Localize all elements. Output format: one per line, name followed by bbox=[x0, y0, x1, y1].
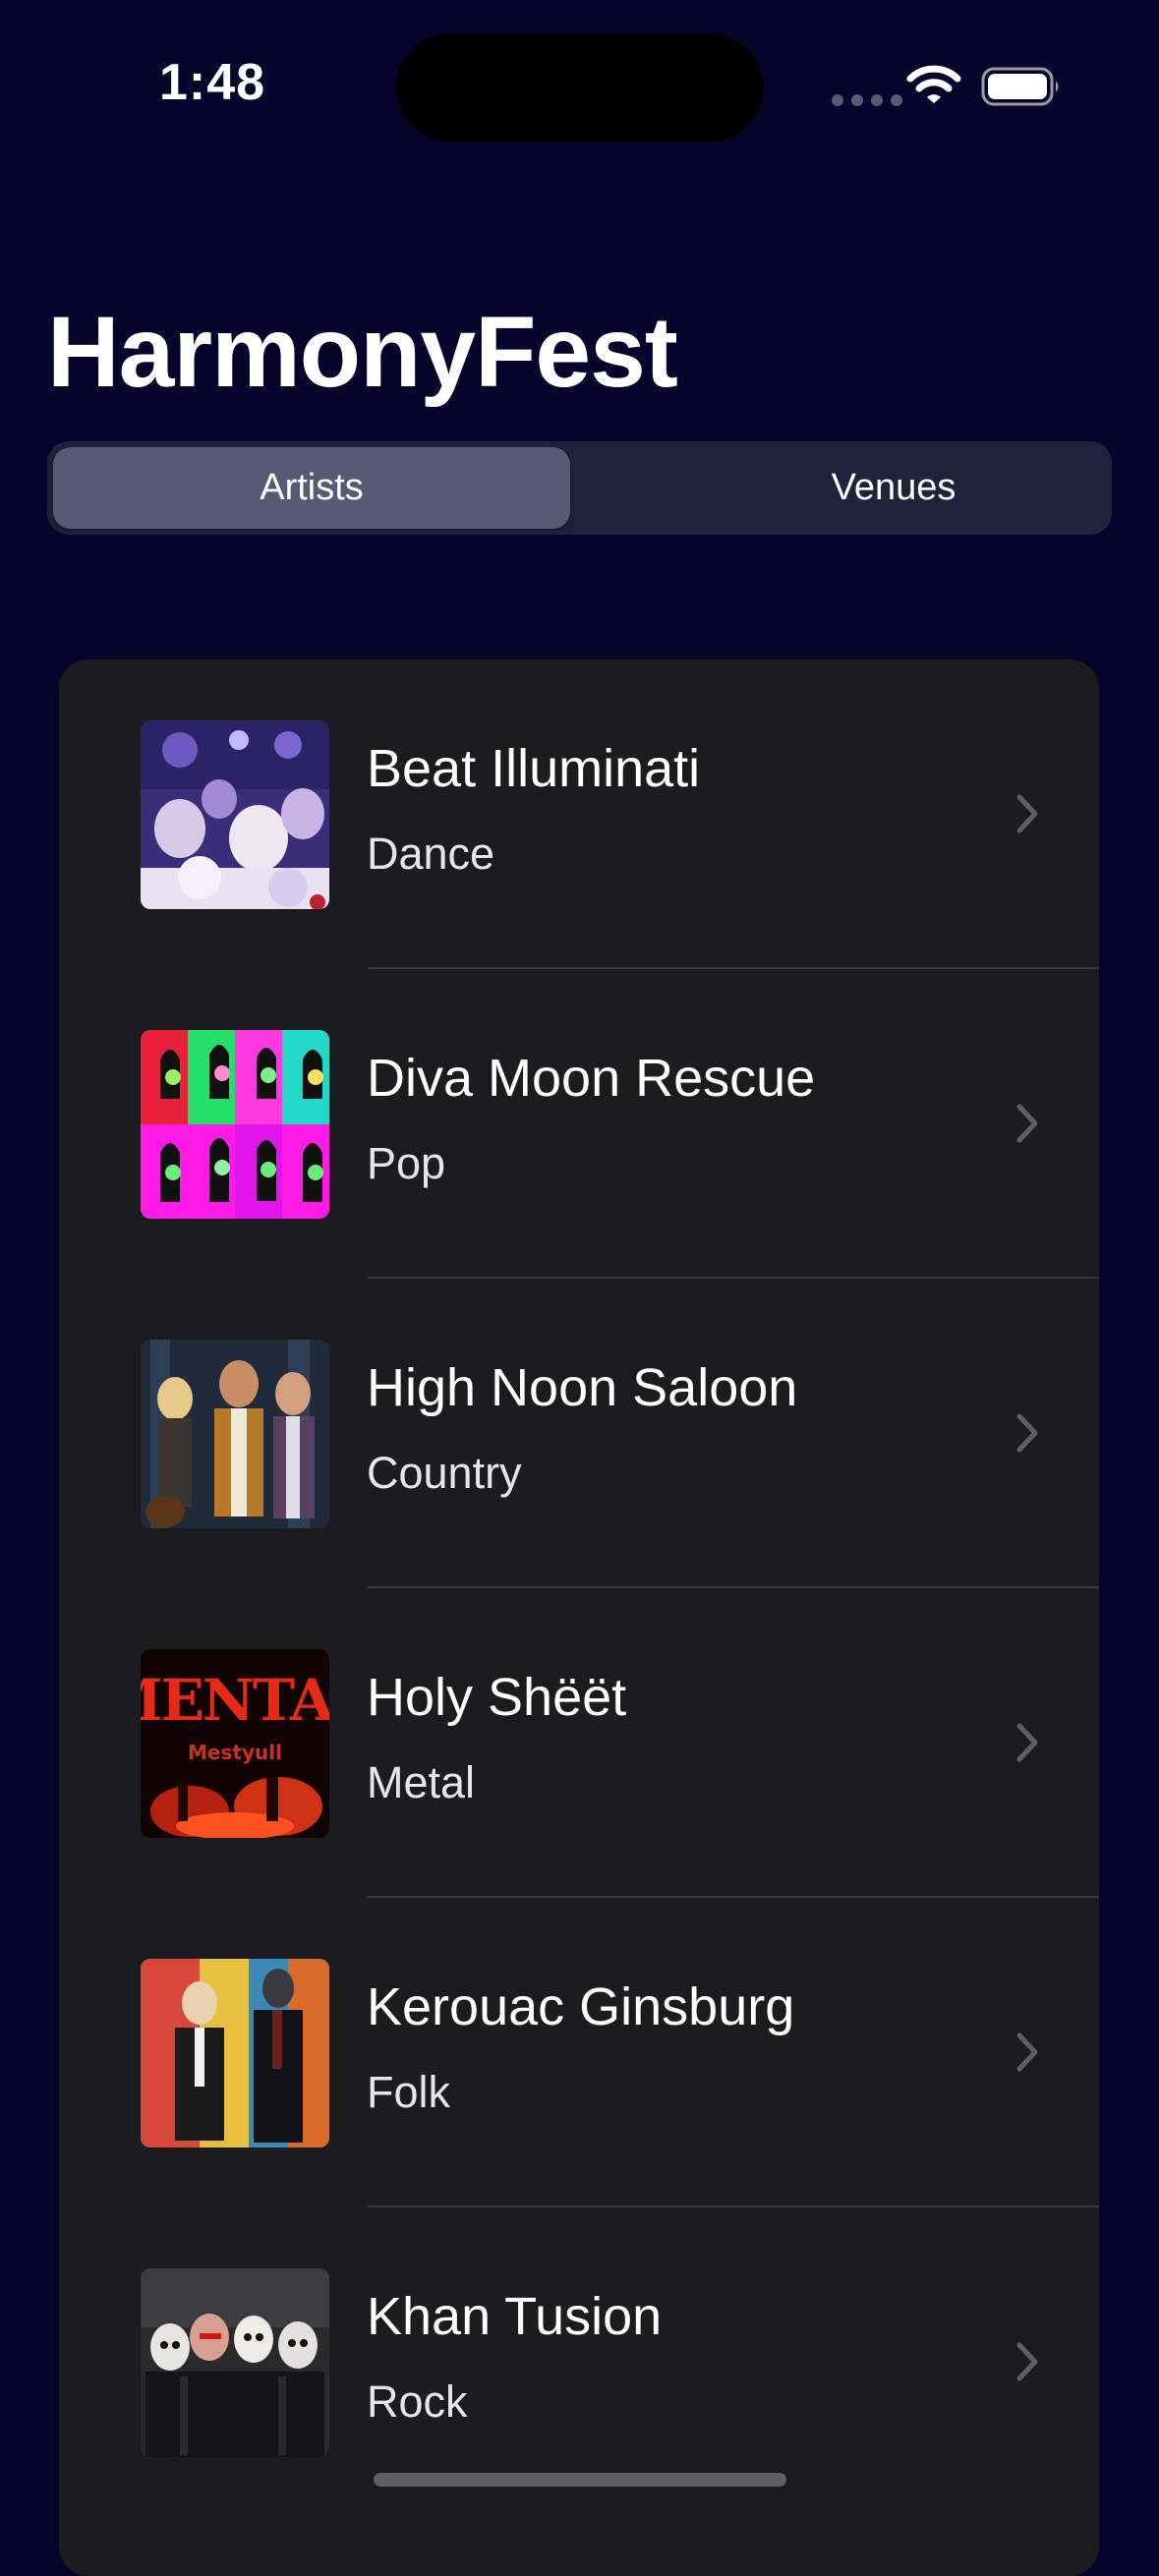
segment-artists[interactable]: Artists bbox=[53, 447, 570, 529]
artist-genre: Metal bbox=[367, 1757, 476, 1807]
chevron-right-icon bbox=[1016, 2342, 1038, 2381]
artist-thumbnail bbox=[141, 720, 329, 909]
cellular-signal-icon bbox=[832, 94, 902, 106]
list-item-kerouac-ginsburg[interactable]: Kerouac Ginsburg Folk bbox=[59, 1898, 1099, 2207]
artist-genre: Rock bbox=[367, 2376, 468, 2427]
svg-text:Mestyull: Mestyull bbox=[188, 1741, 282, 1764]
artist-thumbnail bbox=[141, 1340, 329, 1528]
segmented-control: Artists Venues bbox=[47, 441, 1112, 535]
artist-genre: Dance bbox=[367, 829, 495, 879]
segment-venues[interactable]: Venues bbox=[632, 447, 1155, 529]
list-item-beat-illuminati[interactable]: Beat Illuminati Dance bbox=[59, 659, 1099, 969]
page-title: HarmonyFest bbox=[47, 296, 678, 408]
status-time: 1:48 bbox=[159, 54, 266, 111]
list-item-khan-tusion[interactable]: Khan Tusion Rock bbox=[59, 2207, 1099, 2517]
svg-text:MENTAL: MENTAL bbox=[141, 1667, 329, 1734]
artist-name: Diva Moon Rescue bbox=[367, 1049, 816, 1108]
artist-name: Kerouac Ginsburg bbox=[367, 1977, 795, 2036]
chevron-right-icon bbox=[1016, 1723, 1038, 1762]
home-indicator[interactable] bbox=[374, 2473, 786, 2487]
battery-icon bbox=[981, 67, 1059, 106]
artist-genre: Folk bbox=[367, 2067, 451, 2117]
artist-thumbnail: MENTAL Mestyull bbox=[141, 1649, 329, 1838]
artist-name: Beat Illuminati bbox=[367, 739, 701, 798]
wifi-icon bbox=[906, 65, 961, 103]
artist-genre: Pop bbox=[367, 1138, 446, 1188]
artist-genre: Country bbox=[367, 1448, 522, 1498]
artist-name: Holy Shëët bbox=[367, 1668, 627, 1727]
list-item-holy-sheet[interactable]: MENTAL Mestyull Holy Shëët Metal bbox=[59, 1588, 1099, 1898]
artist-thumbnail bbox=[141, 1959, 329, 2147]
list-item-diva-moon-rescue[interactable]: Diva Moon Rescue Pop bbox=[59, 969, 1099, 1279]
artist-name: Khan Tusion bbox=[367, 2287, 663, 2346]
status-bar: 1:48 bbox=[0, 0, 1159, 167]
chevron-right-icon bbox=[1016, 1413, 1038, 1453]
chevron-right-icon bbox=[1016, 1104, 1038, 1143]
artist-thumbnail bbox=[141, 2268, 329, 2457]
dynamic-island bbox=[396, 33, 764, 142]
chevron-right-icon bbox=[1016, 794, 1038, 833]
artist-name: High Noon Saloon bbox=[367, 1358, 798, 1417]
list-item-high-noon-saloon[interactable]: High Noon Saloon Country bbox=[59, 1279, 1099, 1588]
chevron-right-icon bbox=[1016, 2032, 1038, 2072]
artist-list: Beat Illuminati Dance Diva Moon Rescue P… bbox=[59, 659, 1099, 2576]
artist-thumbnail bbox=[141, 1030, 329, 1219]
